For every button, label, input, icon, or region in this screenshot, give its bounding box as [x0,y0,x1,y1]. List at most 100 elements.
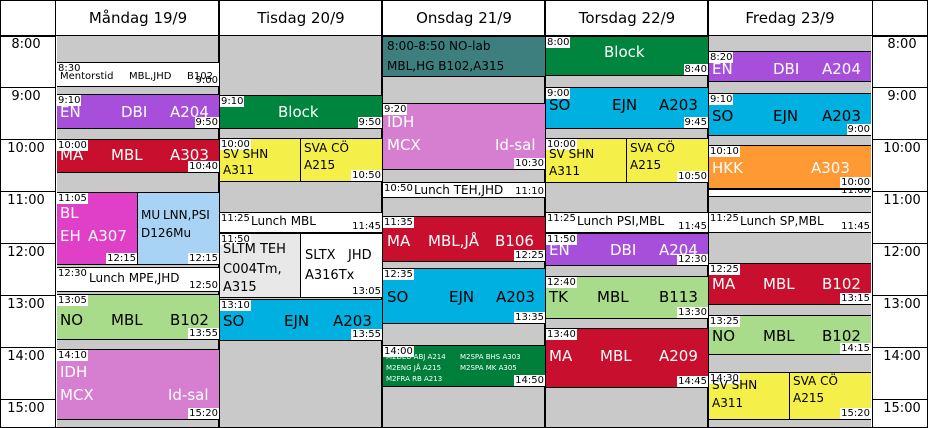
time-label: 13:00 [883,297,921,312]
grid-line [0,87,56,88]
lesson-block[interactable]: 10:50 11:10 Lunch TEH,JHD [383,182,545,198]
lesson-text: 8:00-8:50 NO-lab [387,39,491,53]
day-header-1: Tisdag 20/9 [257,9,345,27]
lesson-block[interactable]: 9:10 9:50 EN DBI A204 [57,94,219,129]
lesson-block[interactable]: 9:00 9:45 SO EJN A203 [546,87,708,129]
lesson-block[interactable]: 8:30 9:00 Mentorstid MBL,JHD B102 [57,62,219,87]
lesson-text: A316Tx [305,267,355,283]
lesson-text: Lunch SP,MBL [740,214,824,228]
grid-line [0,0,1,428]
lesson-text: Mentorstid [60,71,114,82]
grid-line [872,347,928,348]
time-label: 11:00 [883,193,921,208]
start-time: 10:50 [383,183,414,194]
lesson-text: DBI [773,59,800,78]
time-label: 8:00 [11,37,41,52]
lesson-block[interactable]: 10:00 SV SHN A311 [546,138,626,183]
grid-line [872,399,928,400]
lesson-text: A204 [822,59,861,78]
lesson-block[interactable]: 14:00 14:50 M2DEU ABJ A214 M2ENG JÅ A215 M2F… [383,345,545,387]
lesson-block[interactable]: 12:35 13:35 SO EJN A203 [383,268,545,324]
lesson-block[interactable]: 12:25 13:15 MA MBL B102 [709,263,871,305]
lesson-block[interactable]: 9:10 9:00 SO EJN A203 [709,93,871,136]
lesson-block[interactable]: 13:05 SLTX JHD A316Tx [300,233,382,298]
lesson-block[interactable]: 10:50 SVA CÖ A215 [626,138,708,183]
lesson-block[interactable]: 13:10 13:55 SO EJN A203 [220,299,382,341]
lesson-block[interactable]: 8:00-8:50 NO-lab MBL,HG B102,A315 [383,36,545,77]
end-time: 8:40 [683,64,708,75]
end-time: 11:45 [677,221,708,232]
grid-line [872,295,928,296]
lesson-block[interactable]: 11:50 12:30 EN DBI A204 [546,233,708,266]
start-time: 12:25 [709,264,740,275]
lesson-block[interactable]: 14:10 15:20 IDH MCX Id-sal [57,349,219,420]
lesson-block[interactable]: 12:40 13:30 TK MBL B113 [546,276,708,319]
lesson-text: DBI [121,102,148,121]
time-label: 10:00 [883,141,921,156]
end-time: 12:15 [106,253,137,264]
lesson-text: A303 [170,145,209,164]
lesson-block[interactable]: 10:50 SVA CÖ A215 [300,138,382,182]
lesson-text: EJN [449,287,475,306]
day-header-0: Måndag 19/9 [88,9,188,27]
lesson-text: A311 [223,163,255,177]
lesson-text: Id-sal [168,385,209,404]
lesson-text: B102 [187,71,213,82]
day-header-4: Fredag 23/9 [745,9,835,27]
end-time: 10:50 [677,171,708,182]
lesson-text: SV SHN [549,147,595,161]
day-header-2: Onsdag 21/9 [416,9,512,27]
end-time: 11:45 [351,221,382,232]
start-time: 11:35 [383,217,414,228]
lesson-text: SLTX [305,247,336,263]
time-label: 13:00 [7,297,45,312]
lesson-text: IDH [60,362,88,381]
lesson-block[interactable]: 12:30 12:50 Lunch MPE,JHD [57,267,219,292]
lesson-text: A311 [549,164,581,178]
lesson-text: A215 [630,158,662,172]
grid-line [872,243,928,244]
lesson-block[interactable]: 13:25 14:15 NO MBL B102 [709,315,871,355]
time-label: 12:00 [883,245,921,260]
lesson-block[interactable]: 14:30 SV SHN A311 [709,372,789,420]
lesson-block[interactable]: 10:00 SV SHN A311 [220,138,300,182]
grid-line [872,87,928,88]
grid-line [0,191,56,192]
lesson-block[interactable]: 9:10 9:50 Block [220,95,382,129]
lesson-block[interactable]: 15:20 SVA CÖ A215 [789,372,871,420]
lesson-text: A203 [822,106,861,125]
lesson-block[interactable]: 9:20 10:30 IDH MCX Id-sal [383,103,545,170]
end-time: 15:20 [188,408,219,419]
day-header-3: Torsdag 22/9 [578,9,676,27]
lesson-text: MBL,HG B102,A315 [387,59,505,73]
lesson-block[interactable]: 11:50 SLTM TEH C004Tm, A315 [220,233,300,298]
time-label: 15:00 [7,401,45,416]
lesson-text: EN [712,59,733,78]
lesson-block[interactable]: 10:00 10:40 MA MBL A303 [57,139,219,173]
lesson-block[interactable]: 8:00 8:40 Block [546,36,708,76]
lesson-block[interactable]: 12:15 MU LNN,PSI D126Mu [137,192,219,265]
end-time: 12:25 [514,250,545,261]
start-time: 13:10 [220,300,251,311]
lesson-block[interactable]: 13:40 14:45 MA MBL A209 [546,328,708,388]
time-label: 15:00 [883,401,921,416]
lesson-block[interactable]: 11:25 11:45 Lunch PSI,MBL [546,212,708,233]
lesson-block[interactable]: 11:25 11:45 Lunch MBL [220,212,382,233]
grid-line [872,191,928,192]
lesson-text: Block [604,42,645,61]
lesson-block[interactable]: 8:20 EN DBI A204 [709,51,871,82]
lesson-text: SO [712,106,734,125]
start-time: 12:30 [57,268,88,279]
lesson-block[interactable]: 11:35 12:25 MA MBL,JÅ B106 [383,216,545,262]
lesson-text: MBL [111,145,143,164]
lesson-block[interactable]: 11:00 [709,189,871,197]
lesson-block[interactable]: 11:25 11:45 Lunch SP,MBL [709,212,871,233]
lesson-text: MBL [600,346,632,365]
lesson-block[interactable]: 13:05 13:55 NO MBL B102 [57,294,219,340]
lesson-text: SO [387,287,409,306]
lesson-block[interactable]: 11:05 12:15 BL EH A307 [57,192,137,265]
lesson-text: NO [60,310,84,329]
lesson-block[interactable]: 10:10 10:00 HKK A303 [709,145,871,189]
grid-line [0,139,56,140]
lesson-text: LNN,PSI [163,208,210,222]
